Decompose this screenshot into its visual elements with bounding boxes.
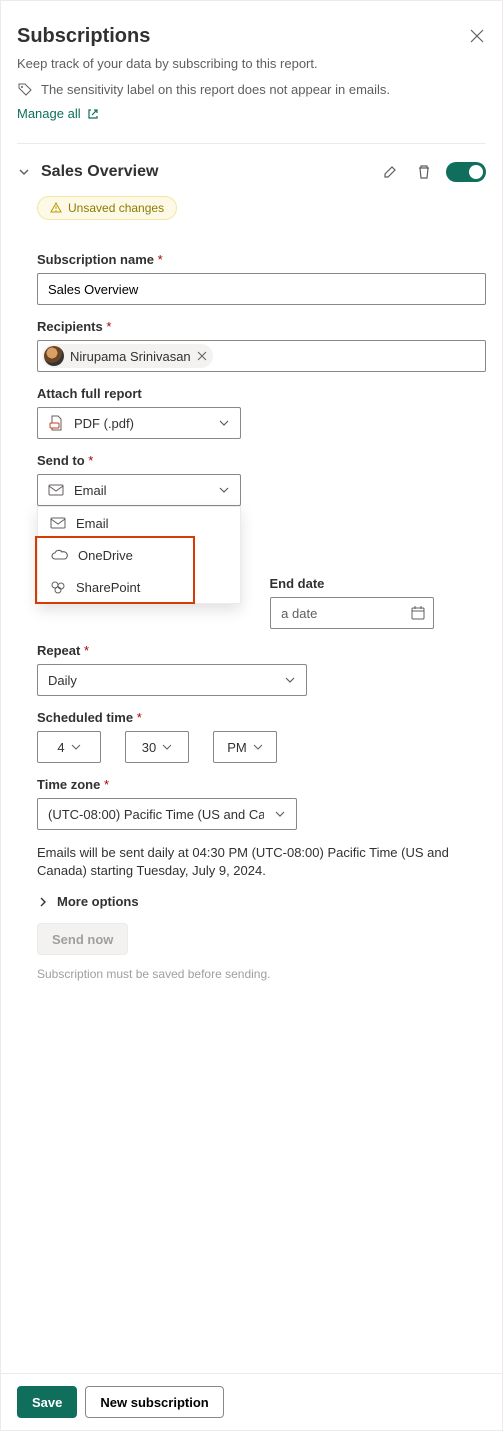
repeat-dropdown[interactable]: Daily — [37, 664, 307, 696]
timezone-label: Time zone * — [37, 777, 486, 792]
send-to-option-email[interactable]: Email — [38, 507, 240, 539]
recipient-chip[interactable]: Nirupama Srinivasan — [42, 344, 213, 368]
attach-label: Attach full report — [37, 386, 486, 401]
onedrive-icon — [50, 549, 68, 561]
section-collapse-chevron[interactable] — [17, 165, 31, 179]
minute-dropdown[interactable]: 30 — [125, 731, 189, 763]
mail-icon — [48, 484, 64, 496]
repeat-label: Repeat * — [37, 643, 486, 658]
send-to-option-sharepoint[interactable]: SharePoint — [38, 571, 240, 603]
edit-button[interactable] — [378, 160, 402, 184]
new-subscription-button[interactable]: New subscription — [85, 1386, 223, 1418]
timezone-dropdown[interactable]: (UTC-08:00) Pacific Time (US and Canada) — [37, 798, 297, 830]
hour-dropdown[interactable]: 4 — [37, 731, 101, 763]
scheduled-time-label: Scheduled time * — [37, 710, 486, 725]
save-button[interactable]: Save — [17, 1386, 77, 1418]
send-now-helper: Subscription must be saved before sendin… — [37, 967, 486, 981]
avatar — [44, 346, 64, 366]
send-to-option-onedrive[interactable]: OneDrive — [38, 539, 240, 571]
page-subtitle: Keep track of your data by subscribing t… — [17, 56, 486, 71]
sendto-label: Send to * — [37, 453, 486, 468]
remove-recipient-icon[interactable] — [197, 351, 207, 361]
end-date-label: End date — [270, 576, 487, 591]
close-button[interactable] — [470, 29, 484, 43]
name-label: Subscription name * — [37, 252, 486, 267]
schedule-summary: Emails will be sent daily at 04:30 PM (U… — [37, 844, 486, 880]
subscription-name-input[interactable] — [37, 273, 486, 305]
mail-icon — [50, 517, 66, 529]
chevron-down-icon — [274, 808, 286, 820]
external-link-icon — [87, 108, 99, 120]
page-title: Subscriptions — [17, 25, 486, 48]
calendar-icon — [411, 606, 425, 620]
ampm-dropdown[interactable]: PM — [213, 731, 277, 763]
send-now-button: Send now — [37, 923, 128, 955]
end-date-input[interactable]: Enter a date — [270, 597, 434, 629]
manage-all-link[interactable]: Manage all — [17, 106, 99, 121]
sharepoint-icon — [50, 580, 66, 594]
unsaved-badge: Unsaved changes — [37, 196, 177, 220]
manage-all-label: Manage all — [17, 106, 81, 121]
send-to-dropdown[interactable]: Email — [37, 474, 241, 506]
chevron-down-icon — [218, 417, 230, 429]
section-title: Sales Overview — [41, 163, 368, 181]
pdf-icon — [48, 415, 64, 431]
chevron-down-icon — [218, 484, 230, 496]
enabled-toggle[interactable] — [446, 162, 486, 182]
recipients-input[interactable]: Nirupama Srinivasan — [37, 340, 486, 372]
attach-format-dropdown[interactable]: PDF (.pdf) — [37, 407, 241, 439]
tag-icon — [17, 81, 33, 97]
more-options-toggle[interactable]: More options — [37, 894, 486, 909]
divider — [17, 143, 486, 144]
chevron-down-icon — [284, 674, 296, 686]
recipients-label: Recipients * — [37, 319, 486, 334]
sensitivity-text: The sensitivity label on this report doe… — [41, 82, 390, 97]
send-to-menu: Email OneDrive SharePoint — [37, 506, 241, 604]
delete-button[interactable] — [412, 160, 436, 184]
